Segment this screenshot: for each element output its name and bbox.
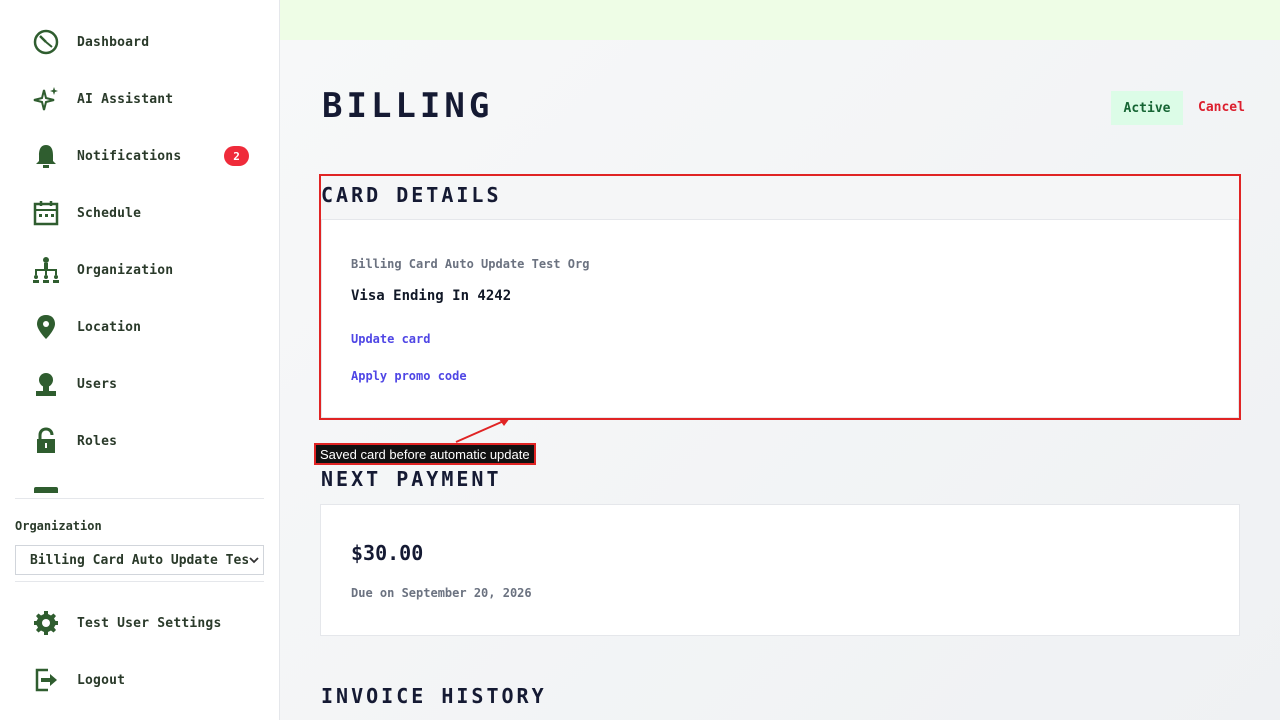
payment-due-date: Due on September 20, 2026 [351, 586, 532, 600]
sparkle-icon [30, 83, 62, 115]
sidebar-item-label: Roles [77, 433, 118, 449]
sidebar-item-logout[interactable]: Logout [30, 660, 260, 700]
sidebar-item-users[interactable]: Users [30, 364, 260, 404]
next-payment-panel [320, 504, 1240, 636]
user-icon [30, 368, 62, 400]
sidebar-item-ai-assistant[interactable]: AI Assistant [30, 79, 260, 119]
sidebar-item-dashboard[interactable]: Dashboard [30, 22, 260, 62]
sidebar-item-label: Dashboard [77, 34, 150, 50]
sidebar-item-label: Test User Settings [77, 615, 222, 631]
sidebar-item-location[interactable]: Location [30, 307, 260, 347]
sidebar-item-label: Users [77, 376, 118, 392]
organization-label: Organization [15, 519, 102, 533]
partial-nav-icon [34, 487, 58, 493]
sidebar-item-label: Schedule [77, 205, 142, 221]
invoice-history-heading: INVOICE HISTORY [321, 684, 547, 708]
divider [15, 498, 264, 499]
sidebar-item-label: Location [77, 319, 142, 335]
cancel-subscription-link[interactable]: Cancel [1198, 100, 1245, 115]
location-pin-icon [30, 311, 62, 343]
sidebar-item-label: Organization [77, 262, 174, 278]
sidebar: Dashboard AI Assistant Notifications 2 S… [0, 0, 280, 720]
dashboard-icon [30, 26, 62, 58]
divider [15, 581, 264, 582]
organization-select-value: Billing Card Auto Update Test Org [30, 552, 264, 568]
annotation-label: Saved card before automatic update [314, 443, 536, 465]
organization-select[interactable]: Billing Card Auto Update Test Org [15, 545, 264, 575]
notification-count-badge: 2 [224, 146, 249, 166]
next-payment-heading: NEXT PAYMENT [321, 467, 502, 491]
sidebar-item-roles[interactable]: Roles [30, 421, 260, 461]
logout-icon [30, 664, 62, 696]
calendar-icon [30, 197, 62, 229]
sidebar-item-notifications[interactable]: Notifications 2 [30, 136, 260, 176]
gear-icon [30, 607, 62, 639]
bell-icon [30, 140, 62, 172]
top-banner [280, 0, 1280, 40]
sidebar-item-label: Notifications [77, 148, 182, 164]
lock-icon [30, 425, 62, 457]
highlight-outline [319, 174, 1241, 420]
sidebar-item-settings[interactable]: Test User Settings [30, 603, 260, 643]
sidebar-item-label: Logout [77, 672, 126, 688]
chevron-down-icon [248, 554, 260, 566]
page-title: BILLING [322, 86, 494, 126]
org-chart-icon [30, 254, 62, 286]
sidebar-item-organization[interactable]: Organization [30, 250, 260, 290]
sidebar-item-label: AI Assistant [77, 91, 174, 107]
sidebar-item-schedule[interactable]: Schedule [30, 193, 260, 233]
payment-amount: $30.00 [351, 541, 424, 565]
status-badge: Active [1111, 91, 1183, 125]
